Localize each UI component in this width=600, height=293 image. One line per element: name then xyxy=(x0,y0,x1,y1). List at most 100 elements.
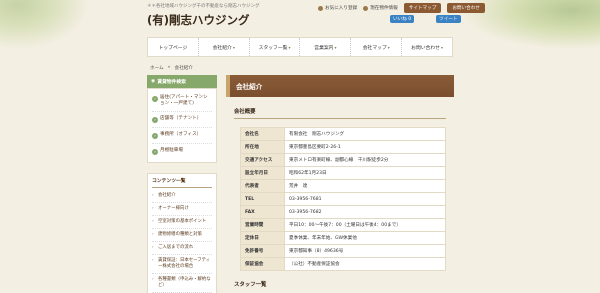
nav-item-label: トップページ xyxy=(158,46,188,51)
nav-item-map[interactable]: 会社マップ ▾ xyxy=(351,38,403,56)
tweet-button[interactable]: ツイート xyxy=(436,15,461,23)
table-row: 会社名 有限会社 剛志ハウジング xyxy=(240,127,446,141)
sitemap-button[interactable]: サイトマップ xyxy=(403,3,442,13)
chevron-right-icon: › xyxy=(152,117,158,124)
contents-item-label: オーナー様向け xyxy=(158,206,189,212)
nav-item-label: スタッフ一覧 xyxy=(258,46,288,51)
row-label: 代表者 xyxy=(240,179,285,193)
contents-item-label: 空室対策の基本ポイント xyxy=(158,219,207,225)
arrow-right-icon: › xyxy=(152,258,154,264)
contents-item-label: ご入居までの流れ xyxy=(158,245,194,251)
row-value: 東京都知事（8）49636号 xyxy=(284,244,446,258)
contents-item-label: 各種書類（申込み・解約など） xyxy=(158,276,211,288)
contents-item-documents[interactable]: › 各種書類（申込み・解約など） xyxy=(152,274,212,293)
sidebar-item-label: 事務所（オフィス） xyxy=(160,132,202,138)
nav-item-business[interactable]: 営業案内 ▾ xyxy=(300,38,352,56)
row-label: FAX xyxy=(240,205,285,219)
table-row: 交通アクセス 東京メトロ有楽町線、副都心線 千川駅徒歩2分 xyxy=(240,153,446,167)
sidebar-heading-label: 賃貸物件検索 xyxy=(157,80,186,85)
chevron-down-icon: ▾ xyxy=(288,45,291,50)
row-value: 東京メトロ有楽町線、副都心線 千川駅徒歩2分 xyxy=(284,153,446,167)
chevron-down-icon: ▾ xyxy=(334,45,337,50)
row-label: 免許番号 xyxy=(240,244,285,258)
row-value: 03-3956-7681 xyxy=(284,192,446,206)
global-nav: トップページ 会社紹介 ▾ スタッフ一覧 ▾ 営業案内 ▾ 会社マップ ▾ お問い合わせ… xyxy=(147,37,453,57)
row-value: 平日10：00〜午後7：00（土曜日は午後4：00まで） xyxy=(284,218,446,232)
home-icon xyxy=(363,5,369,11)
arrow-right-icon: › xyxy=(152,219,154,225)
breadcrumb-current: 会社紹介 xyxy=(174,66,193,71)
breadcrumb-home[interactable]: ホーム xyxy=(150,65,164,71)
sidebar-item-tenant[interactable]: › 店舗等（テナント） xyxy=(152,112,212,129)
table-row: TEL 03-3956-7681 xyxy=(240,192,446,206)
contents-menu: コンテンツ一覧 › 会社紹介 › オーナー様向け › 空室対策の基本ポイント › 建物修… xyxy=(147,173,217,293)
search-icon: ◉ xyxy=(151,79,156,84)
contents-item-vacancy[interactable]: › 空室対策の基本ポイント xyxy=(152,216,212,230)
row-label: TEL xyxy=(240,192,285,206)
property-search-list: › 居住(アパート・マンション・一戸建て) › 店舗等（テナント） › 事務所（オフィ… xyxy=(147,88,217,164)
table-row: 定休日 夏季休業、年末年始、GW休業他 xyxy=(240,231,446,245)
arrow-right-icon: › xyxy=(152,245,154,251)
row-value: 有限会社 剛志ハウジング xyxy=(284,127,446,141)
leaf-decoration-left xyxy=(0,0,90,50)
nav-item-staff[interactable]: スタッフ一覧 ▾ xyxy=(250,38,301,56)
chevron-down-icon: ▾ xyxy=(387,45,390,50)
contents-item-company[interactable]: › 会社紹介 xyxy=(152,190,212,204)
row-value: 荒井 達 xyxy=(284,179,446,193)
arrow-right-icon: › xyxy=(152,276,154,282)
nav-item-top[interactable]: トップページ xyxy=(148,38,199,56)
sidebar-item-label: 月極駐車場 xyxy=(160,148,183,154)
nav-item-contact[interactable]: お問い合わせ ▾ xyxy=(402,38,452,56)
row-label: 保証協会 xyxy=(240,257,285,271)
favorite-link-label: お気に入り登録 xyxy=(325,6,358,11)
table-row: 代表者 荒井 達 xyxy=(240,179,446,193)
contact-button[interactable]: お問い合わせ xyxy=(447,3,485,13)
table-row: FAX 03-3956-7682 xyxy=(240,205,446,219)
star-icon xyxy=(318,5,323,11)
sidebar-item-residence[interactable]: › 居住(アパート・マンション・一戸建て) xyxy=(152,91,212,113)
contents-item-owners[interactable]: › オーナー様向け xyxy=(152,203,212,217)
chevron-right-icon: › xyxy=(152,133,158,140)
nav-item-company[interactable]: 会社紹介 ▾ xyxy=(199,38,250,56)
sidebar-item-office[interactable]: › 事務所（オフィス） xyxy=(152,128,212,145)
company-info-table: 会社名 有限会社 剛志ハウジング 所在地 東京都豊島区要町2-26-1 交通アクセス… xyxy=(240,127,446,271)
nav-item-label: 会社マップ xyxy=(362,46,387,51)
contents-item-repair[interactable]: › 建物修繕の種類と対策 xyxy=(152,229,212,243)
facebook-like-button[interactable]: いいね 0 xyxy=(390,15,415,23)
table-row: 設立年月日 昭和62年1月23日 xyxy=(240,166,446,180)
row-value: 03-3956-7682 xyxy=(284,205,446,219)
row-label: 定休日 xyxy=(240,231,285,245)
chevron-right-icon: › xyxy=(152,96,158,102)
chevron-right-icon: › xyxy=(152,149,158,156)
table-row: 免許番号 東京都知事（8）49636号 xyxy=(240,244,446,258)
row-value: 昭和62年1月23日 xyxy=(284,166,446,180)
chevron-down-icon: ▾ xyxy=(232,45,235,50)
contents-item-guarantee[interactable]: › 賃貸保証：日本セーフティー株式会社の場合 xyxy=(152,255,212,274)
staff-section-title: スタッフ一覧 xyxy=(234,282,267,288)
contents-menu-heading: コンテンツ一覧 xyxy=(152,177,212,189)
top-links: お気に入り登録 現在物件情報 サイトマップ お問い合わせ xyxy=(318,3,485,13)
table-row: 所在地 東京都豊島区要町2-26-1 xyxy=(240,140,446,154)
arrow-right-icon: › xyxy=(152,206,154,212)
row-label: 交通アクセス xyxy=(240,153,285,167)
favorite-link[interactable]: お気に入り登録 xyxy=(318,5,357,11)
contents-item-label: 会社紹介 xyxy=(158,193,176,199)
sidebar-item-label: 居住(アパート・マンション・一戸建て) xyxy=(160,95,208,107)
row-value: 東京都豊島区要町2-26-1 xyxy=(284,140,446,154)
contents-item-label: 賃貸保証：日本セーフティー株式会社の場合 xyxy=(158,258,211,269)
arrow-right-icon: › xyxy=(152,193,154,199)
sidebar-item-parking[interactable]: › 月極駐車場 xyxy=(152,144,212,159)
row-value: 夏季休業、年末年始、GW休業他 xyxy=(284,231,446,245)
nav-item-label: 営業案内 xyxy=(314,46,334,51)
table-row: 保証協会 （公社）不動産保証協会 xyxy=(240,257,446,271)
properties-link[interactable]: 現在物件情報 xyxy=(363,5,398,11)
social-buttons: いいね 0 ツイート xyxy=(390,15,461,23)
row-label: 所在地 xyxy=(240,140,285,154)
arrow-right-icon: › xyxy=(152,232,154,238)
site-logo[interactable]: (有)剛志ハウジング xyxy=(147,12,250,28)
sidebar-heading: ◉ 賃貸物件検索 xyxy=(147,75,217,88)
page-title: 会社紹介 xyxy=(226,75,454,97)
breadcrumb: ホーム » 会社紹介 xyxy=(150,65,193,71)
properties-link-label: 現在物件情報 xyxy=(370,6,398,11)
contents-item-move-in[interactable]: › ご入居までの流れ xyxy=(152,242,212,256)
